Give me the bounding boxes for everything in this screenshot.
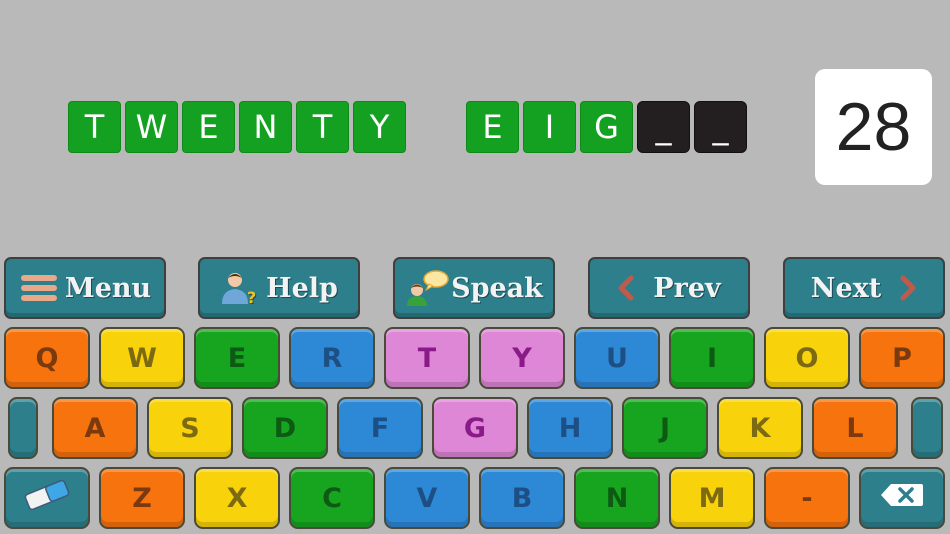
key-o[interactable]: O — [764, 327, 850, 389]
key-g[interactable]: G — [432, 397, 518, 459]
speak-label: Speak — [451, 272, 543, 304]
key-i[interactable]: I — [669, 327, 755, 389]
letter-tile: N — [239, 101, 292, 153]
speak-icon — [405, 269, 449, 307]
key-k[interactable]: K — [717, 397, 803, 459]
key-hyphen[interactable]: - — [764, 467, 850, 529]
speak-button[interactable]: Speak — [393, 257, 555, 319]
help-person-icon: ? — [220, 270, 260, 306]
letter-tile: Y — [353, 101, 406, 153]
backspace-icon — [879, 482, 925, 515]
key-j[interactable]: J — [622, 397, 708, 459]
key-spacer-right[interactable] — [911, 397, 943, 459]
key-t[interactable]: T — [384, 327, 470, 389]
chevron-right-icon — [899, 275, 917, 301]
help-label: Help — [266, 272, 338, 304]
blank-tile: _ — [694, 101, 747, 153]
key-z[interactable]: Z — [99, 467, 185, 529]
key-b[interactable]: B — [479, 467, 565, 529]
key-v[interactable]: V — [384, 467, 470, 529]
blank-tile: _ — [637, 101, 690, 153]
key-x[interactable]: X — [194, 467, 280, 529]
menu-icon — [19, 273, 59, 303]
key-r[interactable]: R — [289, 327, 375, 389]
menu-button[interactable]: Menu — [4, 257, 166, 319]
letter-tile: E — [182, 101, 235, 153]
key-p[interactable]: P — [859, 327, 945, 389]
key-s[interactable]: S — [147, 397, 233, 459]
letter-tile: W — [125, 101, 178, 153]
letter-tile: G — [580, 101, 633, 153]
eraser-icon — [20, 478, 74, 519]
key-u[interactable]: U — [574, 327, 660, 389]
key-l[interactable]: L — [812, 397, 898, 459]
number-display: 28 — [815, 69, 932, 185]
key-m[interactable]: M — [669, 467, 755, 529]
next-button[interactable]: Next — [783, 257, 945, 319]
key-w[interactable]: W — [99, 327, 185, 389]
key-f[interactable]: F — [337, 397, 423, 459]
key-e[interactable]: E — [194, 327, 280, 389]
letter-tile: I — [523, 101, 576, 153]
key-a[interactable]: A — [52, 397, 138, 459]
key-n[interactable]: N — [574, 467, 660, 529]
next-label: Next — [810, 272, 882, 304]
word-area: T W E N T Y E I G _ _ 28 — [0, 0, 950, 230]
key-spacer-left[interactable] — [8, 397, 38, 459]
key-y[interactable]: Y — [479, 327, 565, 389]
chevron-left-icon — [617, 275, 635, 301]
key-h[interactable]: H — [527, 397, 613, 459]
prev-label: Prev — [653, 272, 721, 304]
backspace-button[interactable] — [859, 467, 945, 529]
key-d[interactable]: D — [242, 397, 328, 459]
letter-tile: E — [466, 101, 519, 153]
letter-tile: T — [296, 101, 349, 153]
key-c[interactable]: C — [289, 467, 375, 529]
help-button[interactable]: ? Help — [198, 257, 360, 319]
clear-button[interactable] — [4, 467, 90, 529]
menu-label: Menu — [64, 272, 152, 304]
svg-text:?: ? — [247, 288, 256, 306]
letter-tile: T — [68, 101, 121, 153]
prev-button[interactable]: Prev — [588, 257, 750, 319]
key-q[interactable]: Q — [4, 327, 90, 389]
